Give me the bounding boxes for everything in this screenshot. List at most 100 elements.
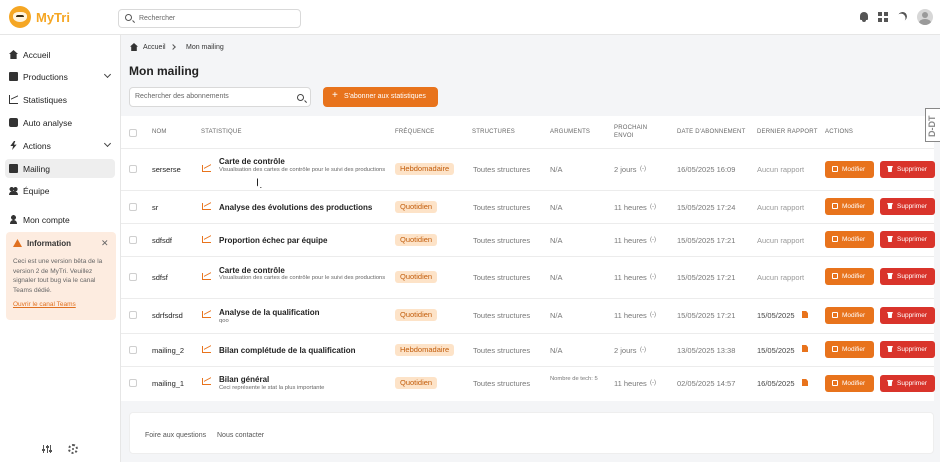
modify-button[interactable]: Modifier (825, 268, 874, 285)
arguments: N/A (550, 273, 563, 282)
sidebar-item-actions[interactable]: Actions (5, 136, 115, 155)
stat-description: Visualisation des cartes de contrôle pou… (219, 167, 386, 173)
info-banner: Information ✕ Ceci est une version bêta … (6, 232, 116, 320)
subscription-date: 15/05/2025 17:21 (677, 273, 736, 282)
subscription-search-placeholder: Rechercher des abonnements (135, 93, 229, 100)
next-send-suffix: (-) (650, 204, 656, 210)
delete-button[interactable]: Supprimer (880, 231, 935, 248)
global-search-input[interactable]: Rechercher (118, 9, 301, 28)
structures: Toutes structures (473, 379, 531, 388)
subscription-date: 13/05/2025 13:38 (677, 346, 736, 355)
bell-icon[interactable] (859, 12, 869, 22)
close-icon[interactable]: ✕ (101, 238, 109, 249)
apps-grid-icon[interactable] (878, 12, 888, 22)
search-icon (125, 14, 132, 21)
subscription-date: 15/05/2025 17:21 (677, 236, 736, 245)
trash-icon (887, 346, 893, 352)
header-structures[interactable]: STRUCTURES (472, 129, 515, 135)
sidebar-item-mailing[interactable]: Mailing (5, 159, 115, 178)
row-checkbox[interactable] (129, 203, 137, 211)
modify-button[interactable]: Modifier (825, 198, 874, 215)
row-checkbox[interactable] (129, 236, 137, 244)
header-nom[interactable]: NOM (152, 129, 167, 135)
sidebar-item-productions[interactable]: Productions (5, 67, 115, 86)
header-date[interactable]: DATE D'ABONNEMENT (677, 129, 745, 135)
last-report: Aucun rapport (757, 273, 805, 282)
brand-name[interactable]: MyTri (36, 10, 70, 25)
delete-button[interactable]: Supprimer (880, 198, 935, 215)
stat-description: Ceci représente le stat la plus importan… (219, 385, 325, 391)
report-file-icon[interactable] (802, 311, 808, 318)
sidebar-item-auto-analyse[interactable]: Auto analyse (5, 113, 115, 132)
avatar[interactable] (917, 9, 933, 25)
stat-title: Bilan général (219, 375, 270, 384)
breadcrumb-home[interactable]: Accueil (143, 44, 166, 51)
modify-button[interactable]: Modifier (825, 231, 874, 248)
dark-mode-icon[interactable] (898, 12, 908, 22)
footer: Foire aux questions Nous contacter (129, 412, 934, 454)
sliders-icon[interactable] (42, 444, 52, 454)
gear-icon[interactable] (68, 444, 78, 454)
edit-icon (832, 312, 838, 318)
header-arguments[interactable]: ARGUMENTS (550, 129, 590, 135)
teams-channel-link[interactable]: Ouvrir le canal Teams (13, 301, 76, 308)
last-report: Aucun rapport (757, 203, 805, 212)
select-all-checkbox[interactable] (129, 129, 137, 137)
modify-label: Modifier (842, 166, 866, 173)
trash-icon (887, 380, 893, 386)
modify-button[interactable]: Modifier (825, 307, 874, 324)
arguments: N/A (550, 203, 563, 212)
report-file-icon[interactable] (802, 379, 808, 386)
next-send-suffix: (-) (650, 237, 656, 243)
header-statistique[interactable]: STATISTIQUE (201, 129, 242, 135)
delete-button[interactable]: Supprimer (880, 341, 935, 358)
subscribe-button[interactable]: + S'abonner aux statistiques (323, 87, 438, 107)
header-prochain[interactable]: PROCHAIN (614, 125, 647, 131)
delete-button[interactable]: Supprimer (880, 161, 935, 178)
header-frequence[interactable]: FRÉQUENCE (395, 129, 434, 135)
chart-icon (202, 236, 211, 243)
side-feedback-tab[interactable]: D-DT (925, 108, 940, 142)
next-send-suffix: (-) (640, 347, 646, 353)
modify-button[interactable]: Modifier (825, 341, 874, 358)
arguments: N/A (550, 311, 563, 320)
row-checkbox[interactable] (129, 273, 137, 281)
breadcrumb-home-icon[interactable] (130, 43, 138, 51)
modify-button[interactable]: Modifier (825, 375, 874, 392)
modify-label: Modifier (842, 346, 866, 353)
header-dernier-rapport[interactable]: DERNIER RAPPORT (757, 129, 818, 135)
row-checkbox[interactable] (129, 346, 137, 354)
stat-description: Visualisation des cartes de contrôle pou… (219, 275, 386, 281)
report-file-icon[interactable] (802, 345, 808, 352)
next-send-suffix: (-) (640, 166, 646, 172)
sidebar-item-equipe[interactable]: Équipe (5, 181, 115, 200)
contact-link[interactable]: Nous contacter (217, 432, 264, 439)
sidebar-item-mon-compte[interactable]: Mon compte (5, 210, 115, 229)
trash-icon (887, 203, 893, 209)
sidebar-item-accueil[interactable]: Accueil (5, 45, 115, 64)
sidebar-item-statistiques[interactable]: Statistiques (5, 90, 115, 109)
row-checkbox[interactable] (129, 165, 137, 173)
edit-icon (832, 273, 838, 279)
arguments: Nombre de tech: 5 (550, 376, 598, 382)
delete-button[interactable]: Supprimer (880, 375, 935, 392)
faq-link[interactable]: Foire aux questions (145, 432, 206, 439)
modify-label: Modifier (842, 273, 866, 280)
search-icon[interactable] (297, 94, 304, 101)
edit-icon (832, 380, 838, 386)
row-checkbox[interactable] (129, 379, 137, 387)
subscription-date: 02/05/2025 14:57 (677, 379, 736, 388)
subscription-search-input[interactable]: Rechercher des abonnements (129, 87, 311, 107)
side-tab-label: D-DT (927, 115, 937, 138)
tiger-logo-icon[interactable] (9, 6, 31, 28)
row-checkbox[interactable] (129, 311, 137, 319)
delete-button[interactable]: Supprimer (880, 307, 935, 324)
home-icon (9, 50, 18, 59)
row-name: mailing_1 (152, 379, 185, 388)
sidebar-item-label: Accueil (23, 50, 51, 60)
next-send: 11 heures (614, 311, 647, 320)
header-envoi[interactable]: ENVOI (614, 133, 634, 139)
delete-button[interactable]: Supprimer (880, 268, 935, 285)
modify-button[interactable]: Modifier (825, 161, 874, 178)
chart-icon (9, 95, 18, 104)
